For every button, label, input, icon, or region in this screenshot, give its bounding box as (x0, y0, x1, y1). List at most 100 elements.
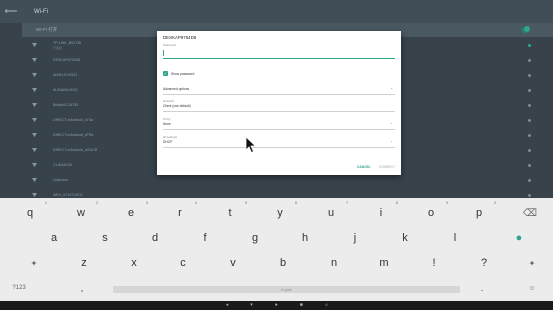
backspace-icon[interactable]: ⌫ (518, 202, 542, 224)
key-hint: 7 (346, 201, 348, 205)
key-m[interactable]: m (372, 252, 396, 274)
wifi-connect-dialog: DESKAP8754D8 Password ✓ Show password Ad… (157, 31, 401, 175)
key-a[interactable]: a (42, 227, 66, 249)
wifi-signal-icon (32, 88, 37, 92)
recents-nav-icon[interactable]: ■ (300, 301, 303, 310)
checkbox-checked-icon[interactable]: ✓ (163, 71, 168, 76)
proxy-select[interactable]: Proxy None ⌄ (163, 117, 395, 130)
key-v[interactable]: v (221, 252, 245, 274)
wifi-network-name: DIRECT-mAndroid_cFPA (53, 133, 94, 137)
emoji-icon[interactable]: ☺ (520, 280, 544, 296)
key-period[interactable]: . (472, 280, 492, 296)
key-w[interactable]: w (69, 202, 93, 224)
symbols-mode-button[interactable]: ?123 (4, 280, 34, 296)
key-question[interactable]: ? (472, 252, 496, 274)
key-j[interactable]: j (343, 227, 367, 249)
toolbar: ⟵ Wi-Fi (0, 0, 553, 23)
show-password-option[interactable]: ✓ Show password (163, 71, 194, 76)
navigation-bar: ◂ ▾ ● ■ ◃ (0, 301, 553, 310)
on-screen-keyboard: q 1 w 2 e 3 r 4 t 5 y 6 u 7 i 8 o 9 p 0 ⌫ a s d f g h j k l ● ✦ z x c v b n m!… (0, 198, 553, 301)
dropdown-nav-icon[interactable]: ▾ (250, 301, 253, 310)
cancel-button[interactable]: CANCEL (357, 165, 371, 169)
chevron-down-icon: ⌄ (390, 139, 393, 143)
back-nav-icon[interactable]: ◂ (226, 301, 229, 310)
proxy-label: Proxy (163, 117, 171, 121)
network-select[interactable]: Network Client (use default) (163, 99, 395, 112)
key-o[interactable]: o (419, 202, 443, 224)
wifi-signal-icon (32, 43, 37, 47)
key-z[interactable]: z (72, 252, 96, 274)
key-s[interactable]: s (93, 227, 117, 249)
wifi-signal-icon (32, 73, 37, 77)
wifi-toggle[interactable] (521, 26, 530, 33)
lock-icon (528, 73, 531, 77)
home-nav-icon[interactable]: ● (275, 301, 278, 310)
text-caret (163, 50, 164, 56)
key-comma[interactable]: , (72, 280, 92, 296)
dialog-title: DESKAP8754D8 (163, 35, 197, 40)
password-label: Password (163, 43, 177, 47)
key-p[interactable]: p (467, 202, 491, 224)
chevron-down-icon: ⌄ (390, 121, 393, 125)
key-y[interactable]: y (268, 202, 292, 224)
wifi-header-label: WI-FI 打开 (36, 27, 58, 32)
back-arrow-icon[interactable]: ⟵ (0, 0, 22, 23)
wifi-network-name: Unknown (53, 178, 68, 182)
wifi-network-name: ANSH-EVX521 (53, 73, 78, 77)
wifi-network-name: DIRECT-mAndroid_4T5a (53, 118, 93, 122)
lock-icon (528, 88, 531, 92)
connect-button[interactable]: CONNECT (379, 165, 395, 169)
key-l[interactable]: l (443, 227, 467, 249)
password-field[interactable] (163, 58, 395, 59)
key-i[interactable]: i (369, 202, 393, 224)
key-u[interactable]: u (319, 202, 343, 224)
key-exclamation[interactable]: ! (422, 252, 446, 274)
key-c[interactable]: c (171, 252, 195, 274)
screen: ⟵ Wi-Fi WI-FI 打开 TP-LINK_B51736 已连接 DESKAP… (0, 0, 553, 310)
wifi-network-name: TP-LINK_B51736 (53, 41, 82, 45)
shift-icon[interactable]: ✦ (520, 252, 544, 274)
space-bar[interactable]: English (113, 286, 460, 293)
proxy-value: None (163, 122, 171, 126)
space-bar-label: English (280, 287, 293, 292)
advanced-options-label: Advanced options (163, 87, 190, 91)
wifi-signal-icon (32, 118, 37, 122)
lock-icon (528, 43, 531, 47)
wifi-signal-icon (32, 178, 37, 182)
key-f[interactable]: f (193, 227, 217, 249)
key-q[interactable]: q (18, 202, 42, 224)
key-n[interactable]: n (322, 252, 346, 274)
key-hint: 0 (494, 201, 496, 205)
key-x[interactable]: x (122, 252, 146, 274)
advanced-options-row[interactable]: Advanced options ⌄ (163, 86, 395, 95)
key-g[interactable]: g (243, 227, 267, 249)
key-d[interactable]: d (143, 227, 167, 249)
divider (163, 94, 395, 95)
key-r[interactable]: r (168, 202, 192, 224)
mouse-pointer-icon (245, 136, 257, 154)
lock-icon (528, 163, 531, 167)
ip-settings-select[interactable]: IP settings DHCP ⌄ (163, 135, 395, 148)
wifi-network-name: BuffaloG-26753 (53, 103, 79, 107)
key-b[interactable]: b (271, 252, 295, 274)
wifi-network-name: DIRECT-mAndroid_uGUCR (53, 148, 98, 152)
wifi-network-status: 已连接 (53, 46, 63, 50)
wifi-network-name: ALIBABA-MOD (53, 88, 78, 92)
network-label: Network (163, 99, 175, 103)
key-h[interactable]: h (293, 227, 317, 249)
chevron-down-icon: ⌄ (390, 86, 393, 90)
key-e[interactable]: e (119, 202, 143, 224)
volume-nav-icon[interactable]: ◃ (325, 301, 328, 310)
divider (163, 147, 395, 148)
lock-icon (528, 148, 531, 152)
wifi-signal-icon (32, 103, 37, 107)
enter-icon[interactable]: ● (507, 227, 531, 249)
divider (163, 111, 395, 112)
shift-icon[interactable]: ✦ (22, 252, 46, 274)
key-t[interactable]: t (218, 202, 242, 224)
wifi-network-row[interactable]: Unknown (22, 174, 553, 186)
network-value: Client (use default) (163, 104, 191, 108)
wifi-network-name: DESKAP8754D8 (53, 58, 81, 62)
lock-icon (528, 58, 531, 62)
key-k[interactable]: k (393, 227, 417, 249)
